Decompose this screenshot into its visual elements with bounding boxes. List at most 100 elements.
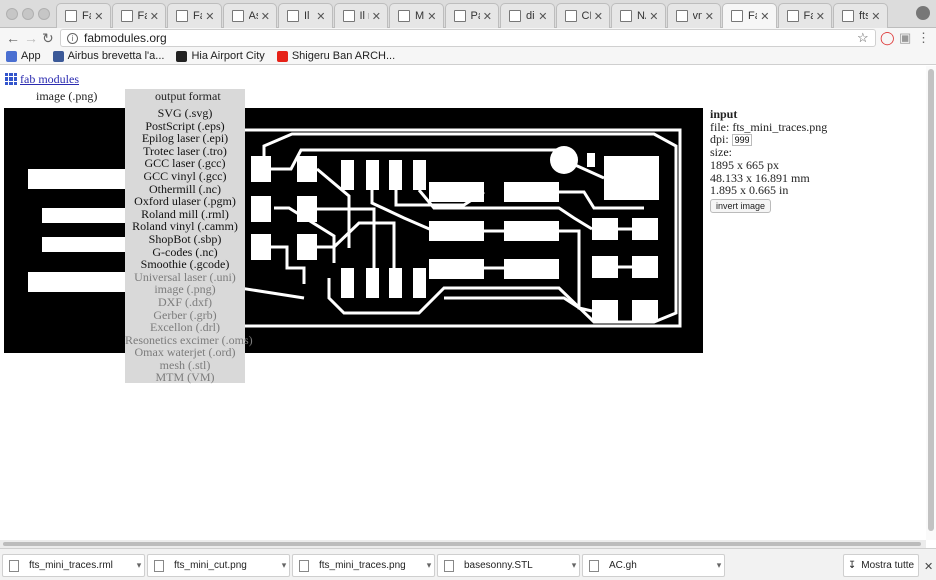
download-item[interactable]: AC.gh ▾ [582, 554, 725, 577]
tab-6[interactable]: Il mi✕ [333, 3, 388, 28]
close-icon[interactable]: ✕ [538, 10, 547, 23]
minimize-window-button[interactable] [22, 8, 34, 20]
download-item[interactable]: fts_mini_cut.png ▾ [147, 554, 290, 577]
output-format-option[interactable]: Oxford ulaser (.pgm) [125, 195, 245, 208]
tab-favicon-icon [287, 10, 299, 22]
output-format-option[interactable]: Smoothie (.gcode) [125, 258, 245, 271]
close-icon[interactable]: ✕ [150, 10, 159, 23]
tab-label: Fab [193, 10, 202, 22]
tab-favicon-icon [342, 10, 355, 22]
address-bar[interactable]: i [60, 29, 876, 47]
bookmarks-bar: App Airbus brevetta l'a... Hia Airport Cit… [0, 48, 936, 65]
close-icon[interactable]: ✕ [871, 10, 880, 23]
close-icon[interactable]: ✕ [316, 10, 325, 23]
tab-strip: Fab✕Fab✕Fab✕Assi✕Il mi✕Il mi✕Mirk✕Pasc✕d… [0, 0, 936, 28]
download-filename: basesonny.STL [464, 560, 533, 571]
bookmark-label: Airbus brevetta l'a... [67, 50, 165, 62]
close-window-button[interactable] [6, 8, 18, 20]
close-icon[interactable]: ✕ [372, 10, 381, 23]
star-icon[interactable]: ☆ [857, 30, 869, 46]
tab-8[interactable]: Pasc✕ [444, 3, 499, 28]
tab-12[interactable]: vnc.✕ [666, 3, 721, 28]
tab-4[interactable]: Assi✕ [222, 3, 277, 28]
horizontal-scroll-thumb[interactable] [3, 542, 921, 546]
file-icon [9, 559, 19, 572]
vertical-scroll-thumb[interactable] [928, 69, 934, 531]
bookmark-item[interactable]: Hia Airport City [176, 50, 265, 62]
site-info-icon[interactable]: i [67, 32, 78, 44]
dpi-label: dpi: [710, 132, 729, 147]
output-format-option[interactable]: GCC vinyl (.gcc) [125, 170, 245, 183]
tab-label: fts_n [859, 10, 868, 22]
chevron-down-icon[interactable]: ▾ [134, 560, 144, 571]
close-icon[interactable]: ✕ [816, 10, 825, 23]
tab-11[interactable]: NAC✕ [611, 3, 666, 28]
tab-1[interactable]: Fab✕ [56, 3, 111, 28]
close-icon[interactable]: ✕ [205, 10, 214, 23]
input-format-select[interactable]: image (.png) [36, 89, 97, 104]
close-icon[interactable]: ✕ [705, 10, 714, 23]
tab-13[interactable]: Fab✕ [722, 3, 777, 28]
invert-image-button[interactable]: invert image [710, 198, 772, 213]
tab-favicon-icon [398, 10, 410, 22]
arrow-left-icon[interactable]: ← [6, 29, 20, 47]
bookmark-item[interactable]: Airbus brevetta l'a... [52, 50, 165, 62]
tab-favicon-icon [65, 10, 77, 22]
chevron-down-icon[interactable]: ▾ [279, 560, 289, 571]
tab-favicon-icon [176, 10, 188, 22]
chevron-down-icon[interactable]: ▾ [569, 560, 579, 571]
bookmark-favicon-icon [276, 50, 288, 62]
tab-14[interactable]: FabT✕ [777, 3, 832, 28]
tab-label: Il mi [304, 10, 313, 22]
fab-modules-link[interactable]: fab modules [20, 72, 79, 87]
bookmark-item[interactable]: Shigeru Ban ARCH... [276, 50, 395, 62]
close-icon[interactable]: ✕ [594, 10, 603, 23]
close-icon[interactable]: ✕ [924, 560, 933, 573]
download-item[interactable]: fts_mini_traces.rml ▾ [2, 554, 145, 577]
bookmark-label: App [21, 50, 41, 62]
tab-5[interactable]: Il mi✕ [278, 3, 333, 28]
tab-7[interactable]: Mirk✕ [389, 3, 444, 28]
bookmark-favicon-icon [52, 50, 64, 62]
tab-10[interactable]: CB0✕ [555, 3, 610, 28]
show-all-downloads-button[interactable]: ↧ Mostra tutte [843, 554, 919, 577]
output-format-option[interactable]: Epilog laser (.epi) [125, 132, 245, 145]
tab-3[interactable]: Fab✕ [167, 3, 222, 28]
horizontal-scrollbar[interactable] [0, 540, 926, 548]
close-icon[interactable]: ✕ [760, 10, 769, 23]
tab-2[interactable]: Fab✕ [111, 3, 166, 28]
download-item[interactable]: fts_mini_traces.png ▾ [292, 554, 435, 577]
vertical-scrollbar[interactable] [926, 66, 936, 540]
zoom-window-button[interactable] [38, 8, 50, 20]
menu-icon[interactable]: ⋮ [917, 30, 930, 46]
output-format-option: Omax waterjet (.ord) [134, 345, 236, 360]
bookmark-item[interactable]: App [6, 50, 41, 62]
close-icon[interactable]: ✕ [483, 10, 492, 23]
chevron-down-icon[interactable]: ▾ [714, 560, 724, 571]
tab-9[interactable]: dispe✕ [500, 3, 555, 28]
opera-extension-icon[interactable]: ◯ [880, 30, 895, 46]
chevron-down-icon[interactable]: ▾ [424, 560, 434, 571]
bookmark-label: Hia Airport City [191, 50, 265, 62]
extension-icon[interactable]: ▣ [899, 30, 911, 46]
output-format-option[interactable]: ShopBot (.sbp) [125, 233, 245, 246]
bookmark-favicon-icon [176, 50, 188, 62]
show-all-label: Mostra tutte [861, 560, 915, 571]
reload-icon[interactable]: ↻ [42, 29, 54, 47]
file-icon [154, 559, 164, 572]
dpi-input[interactable] [731, 134, 752, 147]
profile-icon[interactable] [916, 6, 930, 20]
download-item[interactable]: basesonny.STL ▾ [437, 554, 580, 577]
url-input[interactable] [84, 31, 875, 45]
arrow-right-icon[interactable]: → [24, 29, 38, 47]
close-icon[interactable]: ✕ [427, 10, 436, 23]
close-icon[interactable]: ✕ [649, 10, 658, 23]
close-icon[interactable]: ✕ [261, 10, 270, 23]
tab-15[interactable]: fts_n✕ [833, 3, 888, 28]
info-size-px: 1895 x 665 px [710, 158, 779, 173]
output-format-title: output format [155, 89, 221, 103]
close-icon[interactable]: ✕ [94, 10, 103, 23]
output-format-option[interactable]: SVG (.svg) [125, 107, 245, 120]
tab-label: CB0 [581, 10, 591, 22]
pcb-image-canvas [4, 108, 703, 353]
